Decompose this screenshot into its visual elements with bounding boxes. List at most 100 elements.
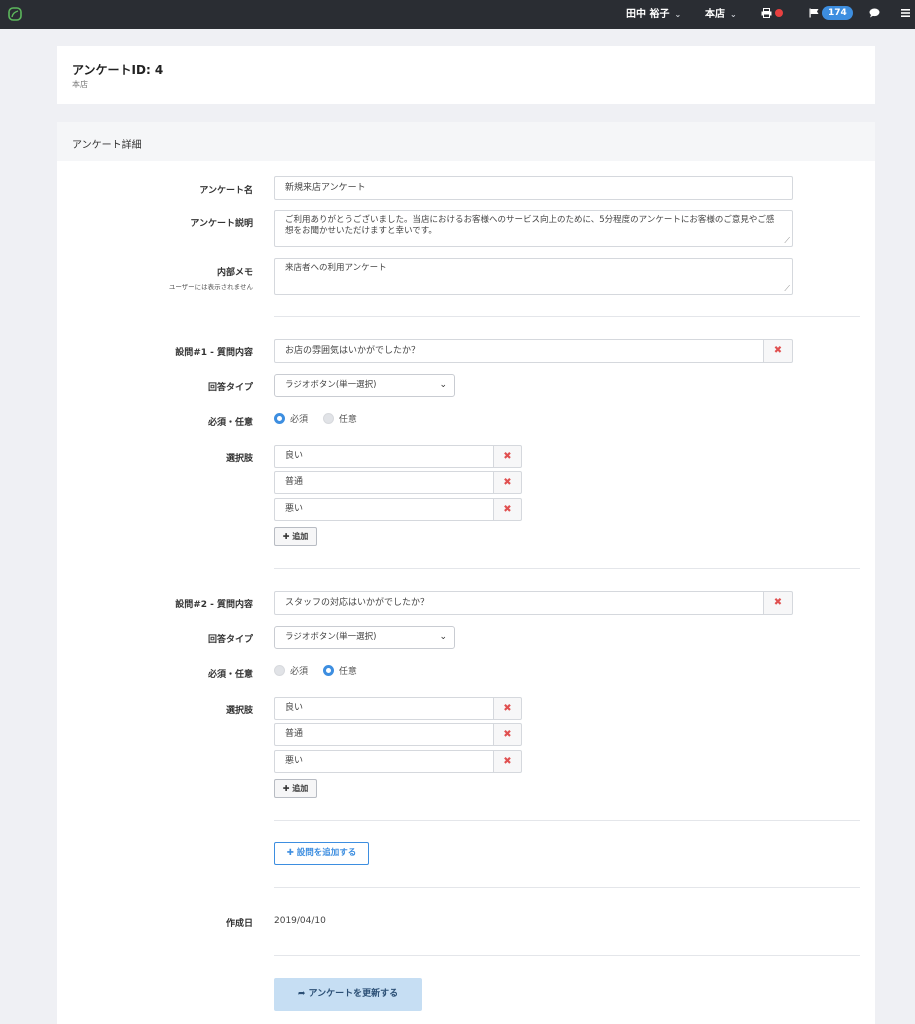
question-2-add-option-button[interactable]: ✚ 追加 bbox=[274, 779, 317, 798]
add-question-button[interactable]: ✚ 設問を追加する bbox=[274, 842, 369, 865]
close-icon: ✖ bbox=[503, 504, 512, 515]
question-2-optional-radio[interactable] bbox=[322, 665, 334, 676]
question-1-required-group: 必須 任意 bbox=[274, 413, 369, 426]
section-header: アンケート詳細 bbox=[57, 122, 875, 161]
resize-handle-icon[interactable]: ⟋ bbox=[784, 237, 790, 245]
required-option-label: 必須 bbox=[290, 415, 309, 425]
printer-status[interactable] bbox=[761, 0, 783, 29]
update-survey-button[interactable]: ➦ アンケートを更新する bbox=[274, 978, 422, 1011]
question-2-input[interactable]: スタッフの対応はいかがでしたか？ bbox=[274, 591, 764, 615]
share-arrow-icon: ➦ bbox=[297, 989, 306, 999]
question-1-option-3-delete-button[interactable]: ✖ bbox=[493, 498, 522, 521]
question-2-type-select[interactable]: ラジオボタン(単一選択) ⌄ bbox=[274, 626, 455, 649]
survey-detail-panel: アンケート詳細 アンケート名 新規来店アンケート アンケート説明 ご利用ありがと… bbox=[57, 122, 875, 1024]
status-dot bbox=[775, 9, 783, 17]
close-icon: ✖ bbox=[503, 729, 512, 740]
question-2-required-label: 必須・任意 bbox=[207, 670, 253, 680]
plus-icon: ✚ bbox=[282, 784, 290, 793]
close-icon: ✖ bbox=[503, 703, 512, 714]
question-2-label: 設問#2 - 質問内容 bbox=[175, 600, 253, 610]
store-menu[interactable]: 本店 ⌄ bbox=[705, 0, 737, 29]
question-1-type-label: 回答タイプ bbox=[207, 383, 253, 393]
survey-name-label: アンケート名 bbox=[199, 186, 253, 196]
chevron-down-icon: ⌄ bbox=[674, 10, 682, 19]
page-header: アンケートID: 4 本店 bbox=[57, 46, 875, 104]
close-icon: ✖ bbox=[773, 345, 783, 356]
question-2-option-1-input[interactable]: 良い bbox=[274, 697, 494, 720]
survey-description-text: ご利用ありがとうございました。当店におけるお客様へのサービス向上のために、5分程… bbox=[285, 215, 775, 236]
question-1-type-select[interactable]: ラジオボタン(単一選択) ⌄ bbox=[274, 374, 455, 397]
optional-option-label: 任意 bbox=[338, 415, 357, 425]
add-question-label: 設問を追加する bbox=[296, 848, 357, 858]
question-2-options-label: 選択肢 bbox=[225, 706, 253, 716]
resize-handle-icon[interactable]: ⟋ bbox=[784, 285, 790, 293]
question-2-option-2-delete-button[interactable]: ✖ bbox=[493, 723, 522, 746]
update-survey-label: アンケートを更新する bbox=[308, 989, 399, 999]
question-2-type-label: 回答タイプ bbox=[207, 635, 253, 645]
question-1-label: 設問#1 - 質問内容 bbox=[175, 348, 253, 358]
chevron-down-icon: ⌄ bbox=[439, 632, 447, 642]
printer-icon bbox=[761, 8, 772, 18]
internal-memo-hint: ユーザーには表示されません bbox=[168, 283, 253, 291]
question-2-required-radio[interactable] bbox=[274, 665, 285, 676]
question-2-type-value: ラジオボタン(単一選択) bbox=[285, 632, 377, 642]
required-option-label: 必須 bbox=[290, 667, 309, 677]
question-1-optional-radio[interactable] bbox=[322, 413, 334, 424]
store-name: 本店 bbox=[705, 9, 725, 20]
question-1-type-value: ラジオボタン(単一選択) bbox=[285, 380, 377, 390]
question-1-options-label: 選択肢 bbox=[225, 454, 253, 464]
divider bbox=[274, 887, 860, 888]
user-name: 田中 裕子 bbox=[626, 9, 670, 20]
divider bbox=[274, 316, 860, 317]
internal-memo-label: 内部メモ ユーザーには表示されません bbox=[169, 265, 253, 291]
question-1-delete-button[interactable]: ✖ bbox=[763, 339, 793, 363]
notification-badge: 174 bbox=[822, 6, 853, 20]
survey-name-input[interactable]: 新規来店アンケート bbox=[274, 176, 793, 200]
chat-button[interactable] bbox=[869, 0, 880, 29]
add-option-label: 追加 bbox=[292, 532, 309, 541]
question-1-add-option-button[interactable]: ✚ 追加 bbox=[274, 527, 317, 546]
page-subtitle: 本店 bbox=[72, 80, 88, 89]
add-option-label: 追加 bbox=[292, 784, 309, 793]
internal-memo-textarea[interactable]: 来店者への利用アンケート ⟋ bbox=[274, 258, 793, 295]
question-2-required-group: 必須 任意 bbox=[274, 665, 369, 678]
hamburger-menu[interactable] bbox=[901, 0, 910, 29]
chat-bubble-icon bbox=[869, 8, 880, 18]
question-2-option-2-input[interactable]: 普通 bbox=[274, 723, 494, 746]
chevron-down-icon: ⌄ bbox=[730, 10, 737, 19]
divider bbox=[274, 568, 860, 569]
page-title: アンケートID: 4 bbox=[72, 63, 164, 77]
survey-description-label: アンケート説明 bbox=[190, 219, 253, 229]
question-1-option-3-input[interactable]: 悪い bbox=[274, 498, 494, 521]
created-date-label: 作成日 bbox=[225, 919, 253, 929]
question-1-option-1-input[interactable]: 良い bbox=[274, 445, 494, 468]
question-2-option-3-delete-button[interactable]: ✖ bbox=[493, 750, 522, 773]
plus-icon: ✚ bbox=[286, 848, 294, 858]
section-title: アンケート詳細 bbox=[72, 140, 142, 151]
question-1-option-2-delete-button[interactable]: ✖ bbox=[493, 471, 522, 494]
close-icon: ✖ bbox=[503, 477, 512, 488]
leaf-logo-icon[interactable] bbox=[7, 6, 23, 22]
question-1-option-1-delete-button[interactable]: ✖ bbox=[493, 445, 522, 468]
chevron-down-icon: ⌄ bbox=[439, 380, 447, 390]
created-date-value: 2019/04/10 bbox=[274, 916, 326, 926]
optional-option-label: 任意 bbox=[338, 667, 357, 677]
survey-description-textarea[interactable]: ご利用ありがとうございました。当店におけるお客様へのサービス向上のために、5分程… bbox=[274, 210, 793, 247]
question-2-delete-button[interactable]: ✖ bbox=[763, 591, 793, 615]
notifications[interactable]: 174 bbox=[809, 0, 853, 29]
question-1-required-radio[interactable] bbox=[274, 413, 285, 424]
question-2-option-1-delete-button[interactable]: ✖ bbox=[493, 697, 522, 720]
internal-memo-text: 来店者への利用アンケート bbox=[285, 263, 387, 273]
close-icon: ✖ bbox=[503, 451, 512, 462]
flag-icon bbox=[809, 8, 819, 18]
question-2-option-3-input[interactable]: 悪い bbox=[274, 750, 494, 773]
top-navbar: 田中 裕子 ⌄ 本店 ⌄ 174 bbox=[0, 0, 915, 29]
user-menu[interactable]: 田中 裕子 ⌄ bbox=[626, 0, 681, 29]
question-1-input[interactable]: お店の雰囲気はいかがでしたか？ bbox=[274, 339, 764, 363]
question-1-option-2-input[interactable]: 普通 bbox=[274, 471, 494, 494]
menu-icon bbox=[901, 9, 910, 17]
divider bbox=[274, 955, 860, 956]
plus-icon: ✚ bbox=[282, 532, 290, 541]
question-1-required-label: 必須・任意 bbox=[207, 418, 253, 428]
divider bbox=[274, 820, 860, 821]
